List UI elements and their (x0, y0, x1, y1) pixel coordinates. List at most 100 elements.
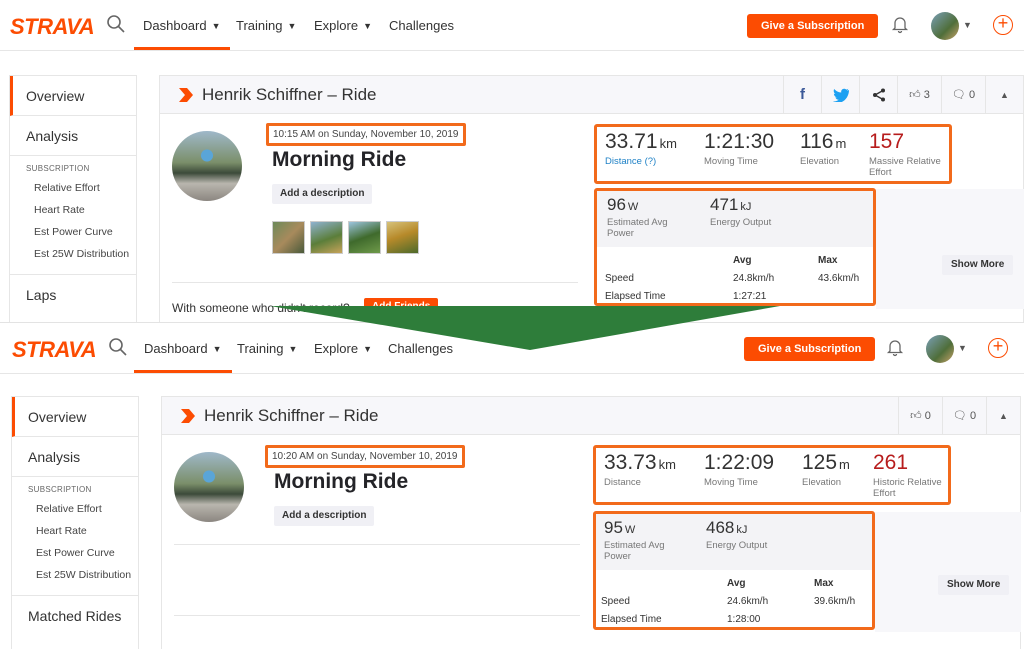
nav-challenges[interactable]: Challenges (388, 323, 453, 373)
stat-relative-effort[interactable]: 261 Historic Relative Effort (873, 451, 951, 499)
after-screenshot: STRAVA Dashboard ▼ Training ▼ Explore ▼ Cha… (0, 322, 1024, 649)
speed-avg: 24.6km/h (727, 596, 769, 607)
stat-elevation: 125 m Elevation (802, 451, 850, 488)
speed-label: Speed (601, 596, 630, 607)
nav-training[interactable]: Training ▼ (236, 0, 296, 50)
search-icon[interactable] (108, 337, 128, 357)
bell-icon[interactable] (890, 14, 910, 34)
speed-label: Speed (605, 273, 634, 284)
activity-panel: Henrik Schiffner – Ride f 👍︎ 3 🗨︎ 0 ▲ 10… (159, 75, 1024, 324)
speed-avg: 24.8km/h (733, 273, 775, 284)
nav-explore[interactable]: Explore ▼ (314, 323, 372, 373)
show-more-button[interactable]: Show More (938, 575, 1010, 595)
sidebar-item-relative-effort[interactable]: Relative Effort (10, 177, 136, 199)
sidebar-item-power-curve[interactable]: Est Power Curve (12, 542, 138, 564)
divider (174, 544, 580, 545)
gray-panel (875, 512, 1021, 632)
elapsed-value: 1:27:21 (733, 291, 767, 302)
stat-moving-time: 1:21:30 Moving Time (704, 130, 775, 167)
show-more-button[interactable]: Show More (942, 255, 1014, 275)
chevron-down-icon[interactable]: ▼ (963, 20, 972, 30)
add-description-button[interactable]: Add a description (274, 506, 375, 526)
stats-highlight: 33.73 km Distance 1:22:09 Moving Time 125 m E… (593, 445, 951, 505)
kudos-button[interactable]: 👍︎ 3 (897, 76, 941, 114)
activity-date: 10:15 AM on Sunday, November 10, 2019 (266, 123, 466, 146)
plus-icon[interactable]: + (988, 337, 1008, 358)
activity-photo[interactable] (348, 221, 381, 254)
nav-dashboard[interactable]: Dashboard ▼ (134, 323, 232, 373)
gray-panel (876, 189, 1024, 309)
max-header: Max (814, 578, 834, 589)
sidebar-item-overview[interactable]: Overview (10, 76, 136, 116)
nav-training[interactable]: Training ▼ (237, 323, 297, 373)
chevron-down-icon: ▼ (363, 344, 372, 354)
athlete-photo[interactable] (174, 452, 244, 522)
power-highlight: 95 W Estimated Avg Power 468 kJ Energy Outpu… (593, 511, 875, 630)
avatar[interactable] (926, 335, 954, 363)
speed-max: 43.6km/h (818, 273, 860, 284)
sidebar-subscription-heading: SUBSCRIPTION (28, 485, 92, 494)
max-header: Max (818, 255, 838, 266)
chevron-up-icon: ▲ (999, 411, 1008, 421)
bell-icon[interactable] (885, 337, 905, 357)
top-navbar: STRAVA Dashboard ▼ Training ▼ Explore ▼ Cha… (0, 323, 1024, 374)
sidebar-item-25w-distribution[interactable]: Est 25W Distribution (12, 564, 138, 596)
elapsed-label: Elapsed Time (601, 614, 662, 625)
distance-help-link[interactable]: Distance (?) (605, 156, 677, 167)
activity-name: Morning Ride (274, 470, 409, 493)
kudos-button[interactable]: 👍︎ 0 (898, 397, 942, 435)
activity-photo[interactable] (310, 221, 343, 254)
kudos-count: 3 (923, 89, 930, 101)
sidebar-item-heart-rate[interactable]: Heart Rate (10, 199, 136, 221)
stat-avg-power: 95 W Estimated Avg Power (604, 518, 665, 562)
strava-logo[interactable]: STRAVA (10, 14, 95, 40)
chevron-down-icon: ▼ (212, 344, 222, 354)
plus-icon[interactable]: + (993, 14, 1013, 35)
activity-header: Henrik Schiffner – Ride f 👍︎ 3 🗨︎ 0 ▲ (160, 76, 1023, 114)
twitter-share-button[interactable] (821, 76, 859, 114)
give-subscription-button[interactable]: Give a Subscription (747, 14, 879, 38)
nav-explore[interactable]: Explore ▼ (314, 0, 372, 50)
sidebar-item-power-curve[interactable]: Est Power Curve (10, 221, 136, 243)
avatar[interactable] (931, 12, 959, 40)
add-description-button[interactable]: Add a description (272, 184, 373, 204)
chevron-down-icon[interactable]: ▼ (958, 343, 967, 353)
stat-avg-power: 96 W Estimated Avg Power (607, 195, 668, 239)
nav-challenges[interactable]: Challenges (389, 0, 454, 50)
chevron-down-icon: ▼ (288, 344, 298, 354)
chevron-up-icon: ▲ (1000, 90, 1009, 100)
sidebar-item-matched-rides[interactable]: Matched Rides (12, 596, 138, 636)
sidebar: Overview Analysis SUBSCRIPTION Relative … (9, 75, 137, 324)
sidebar-item-25w-distribution[interactable]: Est 25W Distribution (10, 243, 136, 275)
sidebar-item-analysis[interactable]: Analysis (10, 116, 136, 156)
athlete-photo[interactable] (172, 131, 242, 201)
stat-elevation: 116 m Elevation (800, 130, 847, 167)
add-friends-button[interactable]: Add Friends (364, 298, 439, 316)
collapse-button[interactable]: ▲ (986, 397, 1020, 435)
activity-date: 10:20 AM on Sunday, November 10, 2019 (265, 445, 465, 468)
search-icon[interactable] (106, 14, 126, 34)
comments-button[interactable]: 🗨︎ 0 (942, 397, 986, 435)
stat-energy: 468 kJ Energy Output (706, 518, 768, 551)
comments-button[interactable]: 🗨︎ 0 (941, 76, 985, 114)
give-subscription-button[interactable]: Give a Subscription (744, 337, 876, 361)
comment-icon: 🗨︎ (952, 410, 967, 422)
activity-photo[interactable] (386, 221, 419, 254)
sidebar-item-laps[interactable]: Laps (10, 275, 136, 315)
collapse-button[interactable]: ▲ (985, 76, 1023, 114)
sidebar-item-analysis[interactable]: Analysis (12, 437, 138, 477)
sidebar-item-heart-rate[interactable]: Heart Rate (12, 520, 138, 542)
share-button[interactable] (859, 76, 897, 114)
sidebar-item-relative-effort[interactable]: Relative Effort (12, 498, 138, 520)
strava-logo[interactable]: STRAVA (12, 337, 97, 363)
elapsed-label: Elapsed Time (605, 291, 666, 302)
activity-title: Henrik Schiffner – Ride (204, 406, 379, 425)
nav-dashboard[interactable]: Dashboard ▼ (134, 0, 230, 50)
sidebar-item-overview[interactable]: Overview (12, 397, 138, 437)
elapsed-value: 1:28:00 (727, 614, 761, 625)
stat-distance: 33.71 km Distance (?) (605, 130, 677, 167)
activity-photo[interactable] (272, 221, 305, 254)
facebook-share-button[interactable]: f (783, 76, 821, 114)
stat-relative-effort[interactable]: 157 Massive Relative Effort (869, 130, 951, 178)
comment-count: 0 (968, 89, 976, 101)
